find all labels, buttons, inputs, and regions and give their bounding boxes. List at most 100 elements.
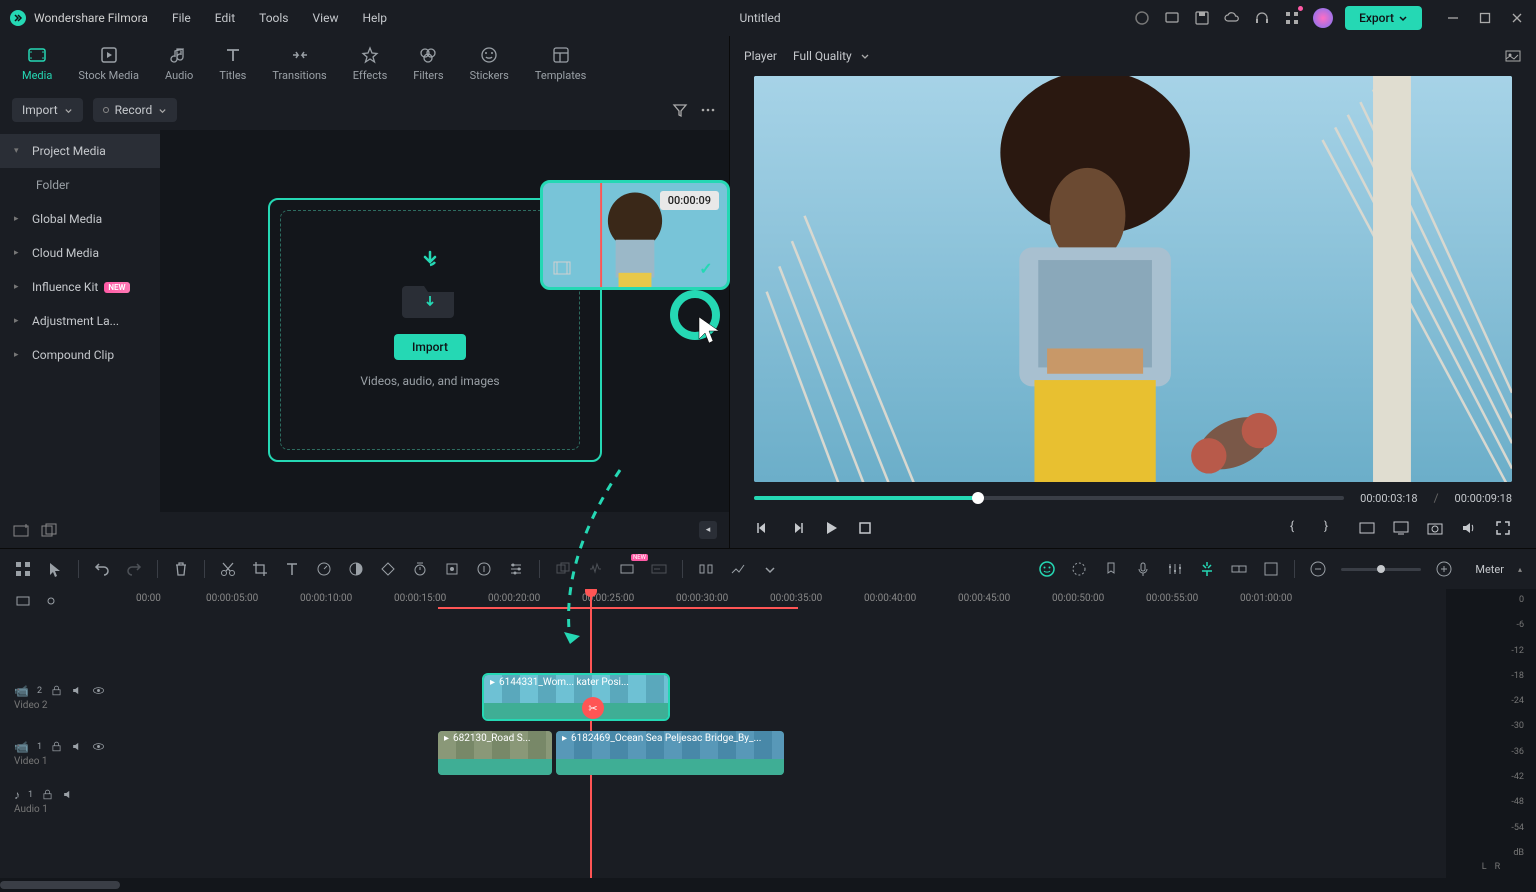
select-tool-icon[interactable] [46,560,64,578]
sidebar-item-compound-clip[interactable]: ▸Compound Clip [0,338,160,372]
eye-icon[interactable] [92,684,105,697]
lock-icon[interactable] [50,684,63,697]
sidebar-item-cloud-media[interactable]: ▸Cloud Media [0,236,160,270]
import-dropzone[interactable]: Import Videos, audio, and images [280,210,580,450]
marker-icon[interactable] [1102,560,1120,578]
clip-1[interactable]: ▸6144331_Wom... kater Posi... [484,675,668,719]
subtitle-icon[interactable] [650,560,668,578]
play-icon[interactable] [822,519,840,537]
scissor-playhead-icon[interactable]: ✂ [582,697,604,719]
import-button[interactable]: Import [394,334,466,360]
timeline-tracks[interactable]: 00:00 00:00:05:00 00:00:10:00 00:00:15:0… [128,589,1446,878]
redo-icon[interactable] [125,560,143,578]
render-icon[interactable] [697,560,715,578]
display-icon[interactable] [1392,519,1410,537]
import-dropdown[interactable]: Import [12,98,83,122]
tab-templates[interactable]: Templates [527,41,594,86]
aspect-icon[interactable] [1358,519,1376,537]
snap-icon[interactable] [1262,560,1280,578]
mix-icon[interactable] [729,560,747,578]
track-head-video1[interactable]: 📹1 Video 1 [0,725,128,781]
fullscreen-icon[interactable] [1494,519,1512,537]
sidebar-item-folder[interactable]: Folder [0,168,160,202]
next-frame-icon[interactable] [788,519,806,537]
mark-out-icon[interactable]: } [1324,519,1342,537]
headphones-icon[interactable] [1253,9,1271,27]
track-head-audio1[interactable]: ♪1 Audio 1 [0,781,128,821]
sidebar-item-global-media[interactable]: ▸Global Media [0,202,160,236]
device-icon[interactable] [1163,9,1181,27]
zoom-in-icon[interactable] [1435,560,1453,578]
tab-transitions[interactable]: Transitions [264,41,334,86]
tab-filters[interactable]: Filters [405,41,451,86]
volume-icon[interactable] [1460,519,1478,537]
menu-edit[interactable]: Edit [215,11,235,25]
sidebar-item-adjustment-layer[interactable]: ▸Adjustment La... [0,304,160,338]
keyframe-icon[interactable] [379,560,397,578]
trim-icon[interactable] [551,257,573,279]
options-icon[interactable] [14,560,32,578]
group-icon[interactable] [554,560,572,578]
tab-media[interactable]: Media [14,41,60,86]
tracking-icon[interactable] [443,560,461,578]
delete-icon[interactable] [172,560,190,578]
menu-tools[interactable]: Tools [259,11,288,25]
sidebar-item-project-media[interactable]: ▾Project Media [0,134,160,168]
record-indicator-icon[interactable] [1133,9,1151,27]
magnetic-icon[interactable] [1198,560,1216,578]
crop-icon[interactable] [251,560,269,578]
clip-3[interactable]: ▸6182469_Ocean Sea Peljesac Bridge_By_..… [556,731,784,775]
filter-icon[interactable] [671,101,689,119]
meter-label[interactable]: Meter [1475,563,1504,576]
audio-sync-icon[interactable] [586,560,604,578]
more-icon[interactable] [699,101,717,119]
media-thumbnail[interactable]: 00:00:09 ✓ [540,180,730,290]
clip-2[interactable]: ▸682130_Road S... [438,731,552,775]
track-video2[interactable]: ▸6144331_Wom... kater Posi... [128,669,1446,725]
voiceover-icon[interactable] [1134,560,1152,578]
ai-tool-icon[interactable] [618,560,636,578]
menu-view[interactable]: View [313,11,339,25]
snapshot-gallery-icon[interactable] [1504,47,1522,65]
adjust-icon[interactable] [507,560,525,578]
tab-titles[interactable]: Titles [211,41,254,86]
duration-icon[interactable] [411,560,429,578]
zoom-out-icon[interactable] [1309,560,1327,578]
video-preview[interactable] [754,76,1512,482]
menu-file[interactable]: File [172,11,191,25]
record-dropdown[interactable]: Record [93,98,178,122]
new-bin-icon[interactable] [40,521,58,539]
zoom-slider[interactable] [1341,568,1421,571]
color-icon[interactable] [347,560,365,578]
text-icon[interactable] [283,560,301,578]
menu-help[interactable]: Help [362,11,387,25]
track-link-icon[interactable] [42,592,60,610]
quality-select[interactable]: Full Quality [793,49,870,63]
link-icon[interactable] [1230,560,1248,578]
tab-stickers[interactable]: Stickers [462,41,517,86]
minimize-icon[interactable] [1444,9,1462,27]
speed-icon[interactable] [315,560,333,578]
mute-icon[interactable] [71,684,84,697]
scrub-track[interactable] [754,496,1344,500]
expand-icon[interactable] [761,560,779,578]
track-video1[interactable]: ▸682130_Road S... ▸6182469_Ocean Sea Pel… [128,725,1446,781]
sidebar-item-influence-kit[interactable]: ▸Influence KitNEW [0,270,160,304]
audio-mixer-icon[interactable] [1166,560,1184,578]
prev-frame-icon[interactable] [754,519,772,537]
export-button[interactable]: Export [1345,6,1422,30]
mark-in-icon[interactable]: { [1290,519,1308,537]
apps-icon[interactable] [1283,9,1301,27]
close-icon[interactable] [1508,9,1526,27]
timeline-ruler[interactable]: 00:00 00:00:05:00 00:00:10:00 00:00:15:0… [128,589,1446,613]
ai-smile-icon[interactable] [1038,560,1056,578]
track-head-video2[interactable]: 📹2 Video 2 [0,669,128,725]
tab-audio[interactable]: Audio [157,41,201,86]
tab-stock-media[interactable]: Stock Media [70,41,147,86]
new-folder-icon[interactable] [12,521,30,539]
mask-icon[interactable] [475,560,493,578]
collapse-sidebar-button[interactable]: ◂ [699,521,717,539]
user-avatar[interactable] [1313,8,1333,28]
tab-effects[interactable]: Effects [345,41,396,86]
timeline-scrollbar[interactable] [0,878,1536,892]
